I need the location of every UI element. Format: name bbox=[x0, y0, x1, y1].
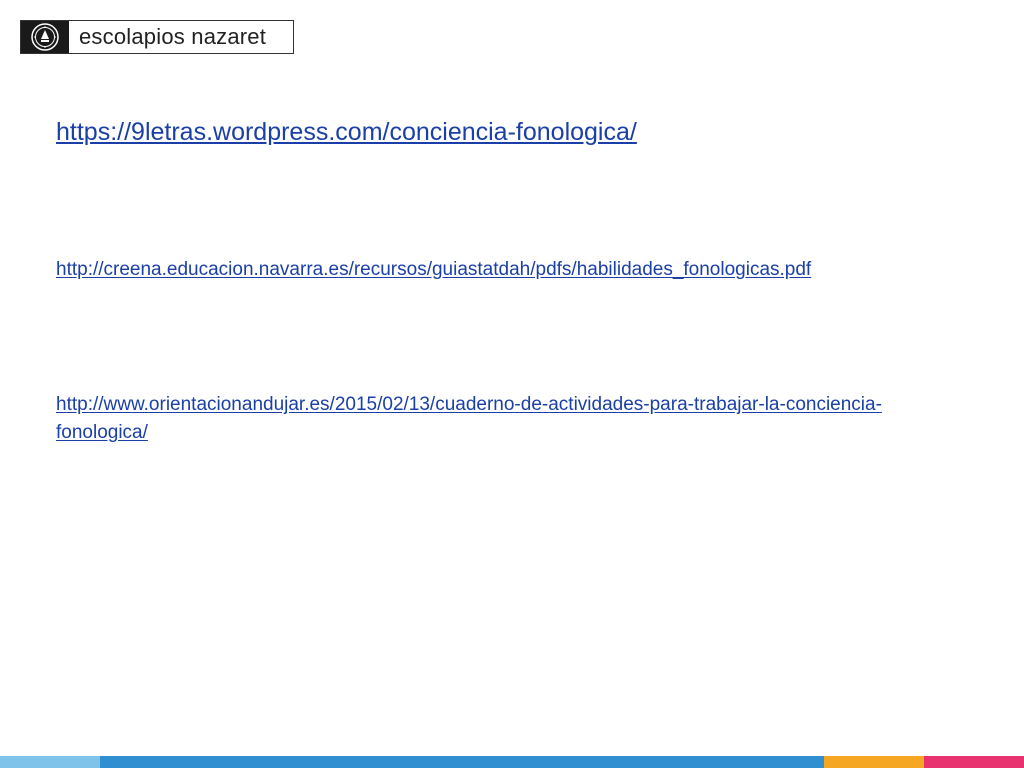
logo-text: escolapios nazaret bbox=[79, 24, 267, 49]
bar-segment-light-blue bbox=[0, 756, 100, 768]
link-creena[interactable]: http://creena.educacion.navarra.es/recur… bbox=[56, 256, 946, 284]
logo: escolapios nazaret bbox=[20, 20, 294, 54]
bar-segment-orange bbox=[824, 756, 924, 768]
bar-segment-pink bbox=[924, 756, 1024, 768]
bottom-color-bar bbox=[0, 756, 1024, 768]
link-orientacionandujar[interactable]: http://www.orientacionandujar.es/2015/02… bbox=[56, 391, 946, 447]
link-9letras[interactable]: https://9letras.wordpress.com/conciencia… bbox=[56, 118, 956, 147]
seal-icon bbox=[21, 21, 69, 53]
bar-segment-blue bbox=[100, 756, 824, 768]
